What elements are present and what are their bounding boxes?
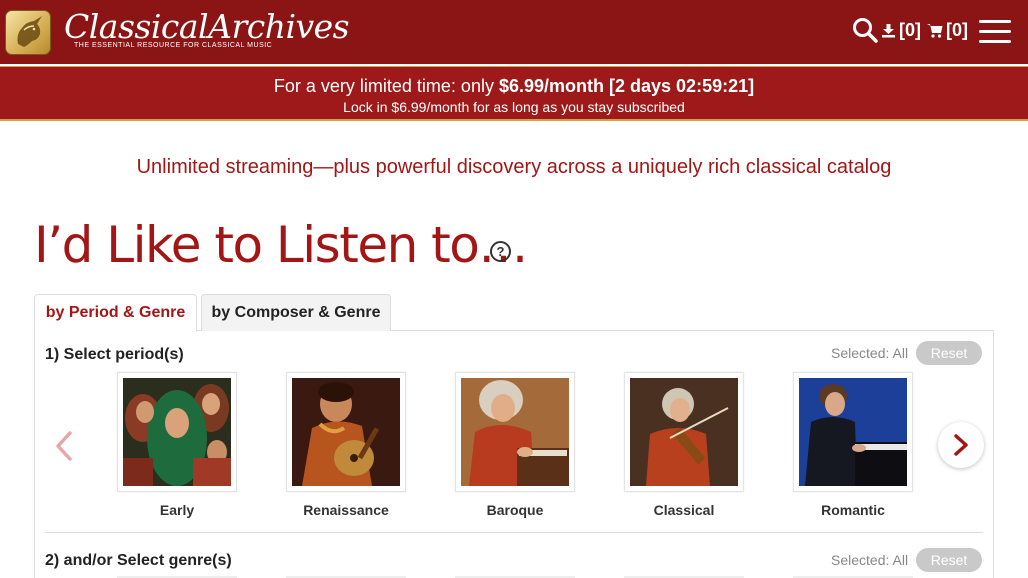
period-card-classical[interactable]: Classical — [624, 372, 744, 518]
promo-banner[interactable]: For a very limited time: only $6.99/mont… — [0, 66, 1028, 121]
periods-selected-status: Selected: All — [831, 345, 909, 361]
promo-countdown: [2 days 02:59:21] — [609, 76, 755, 96]
select-periods-heading: 1) Select period(s) — [45, 346, 184, 363]
downloads-counter[interactable]: [0] — [881, 20, 921, 41]
period-label-renaissance: Renaissance — [303, 502, 389, 518]
genres-reset-button[interactable]: Reset — [916, 548, 982, 572]
classical-artwork — [630, 378, 738, 486]
select-genres-heading: 2) and/or Select genre(s) — [45, 552, 232, 569]
promo-subline: Lock in $6.99/month for as long as you s… — [343, 99, 685, 115]
period-thumbnail — [117, 372, 237, 492]
cart-counter[interactable]: [0] — [927, 20, 968, 41]
search-icon[interactable] — [852, 17, 878, 43]
period-thumbnail — [455, 372, 575, 492]
top-header: ClassicalArchives THE ESSENTIAL RESOURCE… — [0, 0, 1028, 64]
romantic-artwork — [799, 378, 907, 486]
download-icon — [882, 24, 895, 38]
chevron-right-icon — [954, 434, 968, 456]
carousel-next-button[interactable] — [938, 422, 984, 468]
genres-selected-status: Selected: All — [831, 552, 909, 568]
period-label-baroque: Baroque — [486, 502, 544, 518]
carousel-prev-icon[interactable] — [50, 426, 80, 466]
tagline: Unlimited streaming—plus powerful discov… — [136, 156, 892, 178]
period-thumbnail — [624, 372, 744, 492]
brand-logo[interactable]: ClassicalArchives THE ESSENTIAL RESOURCE… — [64, 7, 350, 50]
promo-headline: For a very limited time: only $6.99/mont… — [0, 76, 1028, 97]
period-thumbnail — [286, 372, 406, 492]
baroque-artwork — [461, 378, 569, 486]
period-card-early[interactable]: Early — [117, 372, 237, 518]
brand-name: ClassicalArchives — [64, 7, 350, 46]
section-divider — [45, 532, 983, 533]
help-icon[interactable]: ? — [490, 241, 511, 262]
promo-lead: For a very limited time: only — [273, 76, 494, 96]
menu-icon[interactable] — [979, 20, 1011, 44]
period-card-renaissance[interactable]: Renaissance — [286, 372, 406, 518]
tab-composer-genre[interactable]: by Composer & Genre — [201, 294, 391, 331]
cart-icon — [927, 24, 943, 38]
promo-price: $6.99/month — [498, 76, 604, 96]
period-thumbnail — [793, 372, 913, 492]
periods-reset-button[interactable]: Reset — [916, 341, 982, 365]
early-artwork — [123, 378, 231, 486]
tab-period-genre[interactable]: by Period & Genre — [34, 294, 197, 332]
period-card-romantic[interactable]: Romantic — [793, 372, 913, 518]
page-title: I’d Like to Listen to… — [34, 216, 528, 274]
downloads-count: [0] — [899, 20, 921, 40]
period-label-romantic: Romantic — [821, 502, 885, 518]
cart-count: [0] — [946, 20, 968, 40]
period-label-classical: Classical — [653, 502, 715, 518]
period-label-early: Early — [159, 502, 195, 518]
period-card-baroque[interactable]: Baroque — [455, 372, 575, 518]
unicorn-logo-icon[interactable] — [5, 10, 51, 55]
renaissance-artwork — [292, 378, 400, 486]
